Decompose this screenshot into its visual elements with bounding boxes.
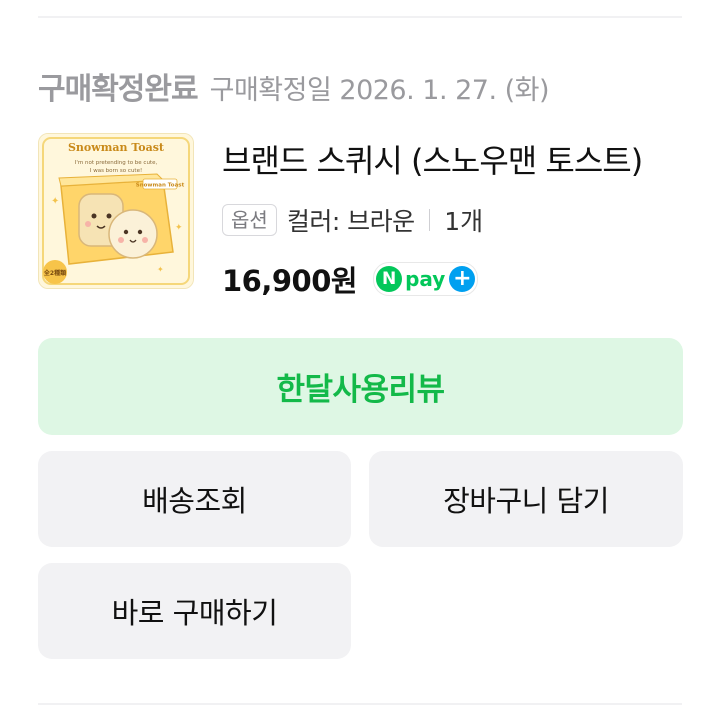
option-value: 컬러: 브라운 (286, 207, 415, 236)
quantity: 1개 (444, 207, 484, 236)
thumb-tagline-2: I was born so cute! (90, 168, 142, 174)
thumb-box-label: Snowman Toast (136, 183, 185, 189)
purchase-confirm-date: 구매확정일 2026. 1. 27. (화) (209, 75, 550, 106)
product-option-row: 옵션 컬러: 브라운 1개 (222, 202, 692, 238)
npay-n-icon: N (376, 266, 403, 292)
snowman-toast-product-image: Snowman Toast I'm not pretending to be c… (39, 134, 193, 288)
product-info: 브랜드 스퀴시 (스노우맨 토스트) 옵션 컬러: 브라운 1개 16,900원… (222, 136, 692, 300)
buy-now-button[interactable]: 바로 구매하기 (38, 563, 351, 659)
svg-text:✦: ✦ (175, 223, 183, 233)
product-thumbnail[interactable]: Snowman Toast I'm not pretending to be c… (38, 133, 194, 289)
option-badge: 옵션 (222, 204, 277, 236)
add-to-cart-button[interactable]: 장바구니 담기 (369, 451, 683, 547)
product-name[interactable]: 브랜드 스퀴시 (스노우맨 토스트) (222, 136, 692, 182)
track-delivery-button[interactable]: 배송조회 (38, 451, 351, 547)
option-separator (428, 209, 431, 231)
npay-plus-icon: + (449, 266, 476, 292)
order-status: 구매확정완료 (38, 72, 199, 107)
monthly-review-button[interactable]: 한달사용리뷰 (38, 338, 683, 435)
price-row: 16,900원 N pay + (222, 258, 692, 300)
npay-badge: N pay + (373, 262, 479, 296)
thumb-corner-label: 全2種類 (43, 269, 67, 277)
svg-text:✦: ✦ (51, 196, 59, 207)
thumb-title: Snowman Toast (68, 141, 165, 154)
svg-text:✦: ✦ (157, 265, 164, 274)
price: 16,900원 (222, 264, 358, 298)
bottom-divider (38, 703, 682, 705)
top-divider (38, 16, 682, 18)
order-status-row: 구매확정완료 구매확정일 2026. 1. 27. (화) (38, 64, 550, 108)
npay-text: pay (405, 267, 446, 291)
thumb-tagline-1: I'm not pretending to be cute, (75, 160, 158, 166)
